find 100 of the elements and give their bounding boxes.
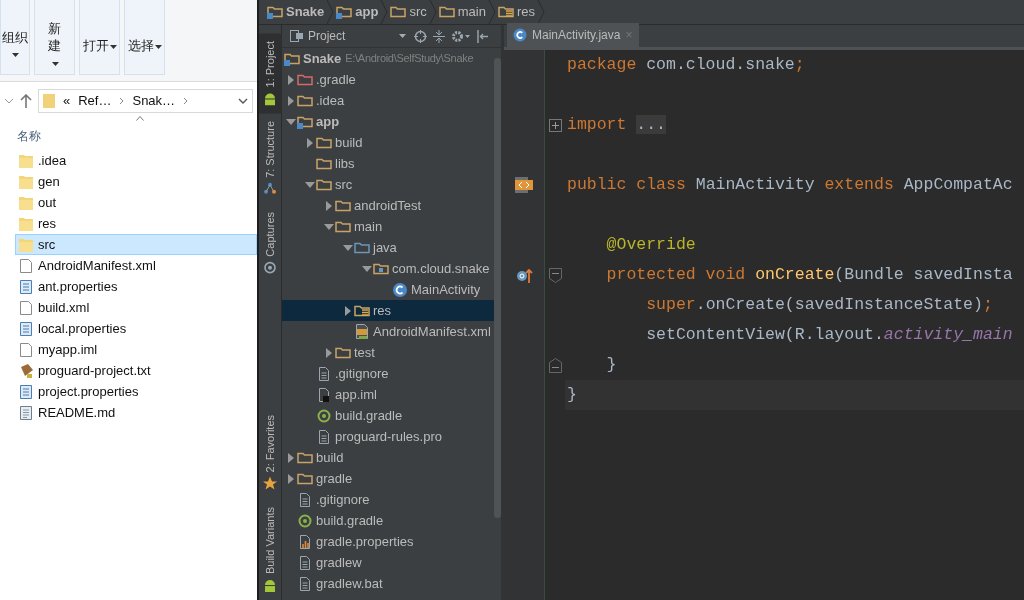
breadcrumb-prefix[interactable]: « — [63, 91, 71, 111]
file-row[interactable]: myapp.iml — [15, 339, 257, 360]
tree-item[interactable]: .gitignore — [282, 363, 494, 384]
tree-item[interactable]: proguard-rules.pro — [282, 426, 494, 447]
address-bar[interactable]: « Ref… Snak… — [38, 89, 253, 113]
up-arrow-icon[interactable] — [20, 94, 32, 108]
file-row[interactable]: ant.properties — [15, 276, 257, 297]
tree-item[interactable]: .gradle — [282, 69, 494, 90]
collapsed-arrow-icon[interactable] — [285, 95, 296, 106]
tree-item[interactable]: Snake E:\Android\SelfStudy\Snake — [282, 48, 494, 69]
document-icon — [316, 365, 332, 382]
tree-item[interactable]: com.cloud.snake — [282, 258, 494, 279]
breadcrumb-item[interactable]: Ref… — [78, 91, 112, 111]
tree-item[interactable]: androidTest — [282, 195, 494, 216]
xml-file-icon[interactable] — [515, 177, 533, 193]
tree-item[interactable]: AndroidManifest.xml — [282, 321, 494, 342]
tool-window-tab[interactable]: Build Variants — [259, 498, 282, 600]
chevron-icon[interactable] — [119, 97, 125, 105]
file-row[interactable]: local.properties — [15, 318, 257, 339]
collapsed-arrow-icon[interactable] — [285, 473, 296, 484]
document-icon — [19, 300, 33, 315]
scrollbar-thumb[interactable] — [494, 58, 501, 518]
file-row[interactable]: proguard-project.txt — [15, 360, 257, 381]
tree-item[interactable]: build.gradle — [282, 510, 494, 531]
tree-item[interactable]: res — [282, 300, 494, 321]
file-row[interactable]: build.xml — [15, 297, 257, 318]
folder-icon — [19, 195, 33, 210]
tree-item[interactable]: app.iml — [282, 384, 494, 405]
tree-item[interactable]: .gitignore — [282, 489, 494, 510]
collapse-fold-icon[interactable] — [548, 357, 562, 373]
editor-tab[interactable]: MainActivity.java × — [507, 23, 639, 47]
expanded-arrow-icon[interactable] — [342, 242, 353, 253]
settings-icon[interactable] — [451, 29, 471, 43]
tree-item[interactable]: gradlew — [282, 552, 494, 573]
chevron-icon[interactable] — [183, 97, 189, 105]
collapsed-arrow-icon[interactable] — [304, 137, 315, 148]
tree-item[interactable]: MainActivity — [282, 279, 494, 300]
breadcrumb-item[interactable]: Snak… — [132, 91, 176, 111]
collapsed-arrow-icon[interactable] — [285, 74, 296, 85]
breadcrumb-item[interactable]: main — [436, 2, 488, 22]
tree-item[interactable]: test — [282, 342, 494, 363]
view-selector[interactable]: Project — [288, 27, 408, 45]
folder-icon — [19, 153, 33, 168]
tool-window-tab[interactable]: Captures — [259, 204, 282, 283]
tool-window-tab[interactable]: 7: Structure — [259, 113, 282, 205]
tree-item[interactable]: build — [282, 132, 494, 153]
text-file-icon — [19, 405, 33, 420]
tree-item[interactable]: src — [282, 174, 494, 195]
expanded-arrow-icon[interactable] — [361, 263, 372, 274]
star-icon — [263, 476, 278, 491]
hide-icon[interactable] — [477, 29, 489, 43]
tool-window-tab[interactable]: 2: Favorites — [259, 407, 282, 499]
sort-icon — [136, 116, 144, 121]
tree-item[interactable]: java — [282, 237, 494, 258]
folder-icon — [19, 237, 33, 252]
breadcrumb-item[interactable]: res — [495, 2, 538, 22]
file-row[interactable]: out — [15, 192, 257, 213]
collapsed-arrow-icon[interactable] — [285, 452, 296, 463]
tree-item[interactable]: build.gradle — [282, 405, 494, 426]
tool-window-tab[interactable]: 1: Project — [259, 33, 282, 114]
collapse-fold-icon[interactable] — [548, 267, 562, 283]
file-row[interactable]: AndroidManifest.xml — [15, 255, 257, 276]
collapse-icon[interactable] — [433, 29, 445, 43]
folder-icon — [19, 216, 33, 231]
expanded-arrow-icon[interactable] — [304, 179, 315, 190]
tree-item[interactable]: gradle.properties — [282, 531, 494, 552]
file-row[interactable]: README.md — [15, 402, 257, 423]
breadcrumb-item[interactable]: src — [388, 2, 429, 22]
document-icon — [316, 428, 332, 445]
expand-fold-icon[interactable] — [548, 118, 562, 132]
breadcrumb-item[interactable]: app — [334, 2, 381, 22]
file-row[interactable]: src — [15, 234, 257, 255]
target-icon[interactable] — [414, 29, 427, 43]
tree-item[interactable]: main — [282, 216, 494, 237]
collapsed-arrow-icon[interactable] — [323, 200, 334, 211]
tree-item[interactable]: .idea — [282, 90, 494, 111]
code-line: setContentView(R.layout.activity_main — [645, 323, 1013, 346]
caret-icon — [399, 34, 406, 38]
breadcrumb-item[interactable]: Snake — [265, 2, 327, 22]
file-row[interactable]: project.properties — [15, 381, 257, 402]
expanded-arrow-icon[interactable] — [323, 221, 334, 232]
file-row[interactable]: gen — [15, 171, 257, 192]
folder-icon — [390, 4, 407, 20]
document-icon — [297, 554, 313, 571]
project-path: E:\Android\SelfStudy\Snake — [345, 51, 474, 67]
tree-item[interactable]: gradle — [282, 468, 494, 489]
override-icon[interactable] — [515, 267, 533, 283]
expanded-arrow-icon[interactable] — [285, 116, 296, 127]
column-header[interactable]: 名称 — [17, 127, 257, 145]
collapsed-arrow-icon[interactable] — [342, 305, 353, 316]
collapsed-arrow-icon[interactable] — [323, 347, 334, 358]
file-row[interactable]: .idea — [15, 150, 257, 171]
script-file-icon — [19, 363, 33, 378]
file-row[interactable]: res — [15, 213, 257, 234]
tree-item[interactable]: app — [282, 111, 494, 132]
dropdown-icon[interactable] — [238, 98, 248, 104]
tree-item[interactable]: build — [282, 447, 494, 468]
caret-icon — [51, 61, 59, 66]
tree-item[interactable]: gradlew.bat — [282, 573, 494, 594]
tree-item[interactable]: libs — [282, 153, 494, 174]
